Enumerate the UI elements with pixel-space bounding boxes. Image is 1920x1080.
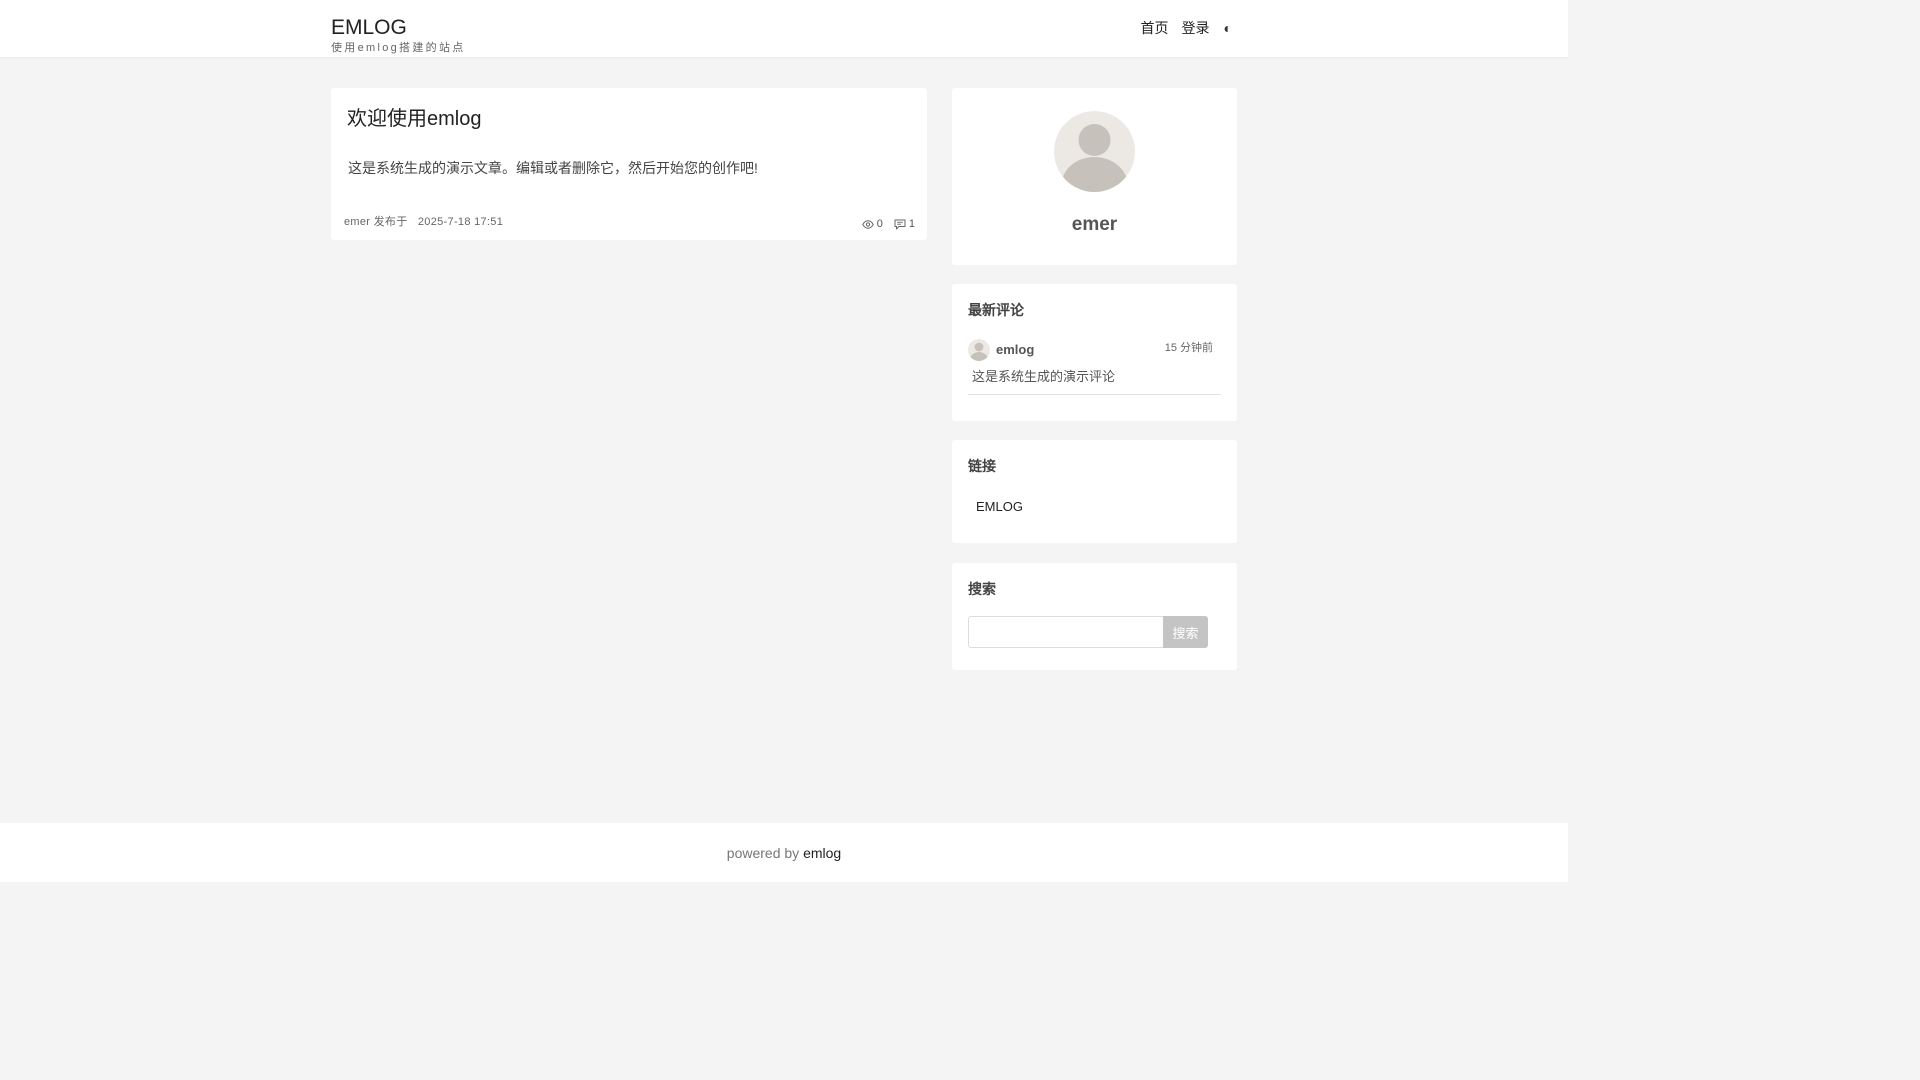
author-profile-card: emer bbox=[952, 88, 1237, 265]
post-stats: 0 1 bbox=[851, 217, 915, 231]
post-excerpt: 这是系统生成的演示文章。编辑或者删除它，然后开始您的创作吧! bbox=[348, 160, 758, 176]
comment-text[interactable]: 这是系统生成的演示评论 bbox=[972, 368, 1115, 385]
post-comments[interactable]: 1 bbox=[894, 217, 915, 231]
comment-icon bbox=[894, 219, 906, 229]
footer-emlog-link[interactable]: emlog bbox=[803, 845, 841, 861]
search-input[interactable] bbox=[968, 616, 1164, 648]
comment-item[interactable]: emlog 15 分钟前 这是系统生成的演示评论 bbox=[968, 338, 1221, 395]
main-nav: 首页 登录 ◐ bbox=[1128, 19, 1232, 37]
search-button[interactable]: 搜索 bbox=[1163, 616, 1208, 648]
post-date: 2025-7-18 17:51 bbox=[417, 216, 504, 228]
post-title-link[interactable]: 欢迎使用emlog bbox=[347, 106, 481, 132]
search-widget: 搜索 搜索 bbox=[952, 563, 1237, 670]
commenter-avatar-icon bbox=[968, 339, 990, 361]
nav-home-link[interactable]: 首页 bbox=[1141, 19, 1169, 37]
site-title-link[interactable]: EMLOG bbox=[331, 16, 407, 40]
post-meta: emer 发布于 2025-7-18 17:51 bbox=[344, 215, 503, 229]
search-title: 搜索 bbox=[968, 581, 996, 597]
footer-text: powered by emlog bbox=[0, 845, 1568, 862]
links-title: 链接 bbox=[968, 458, 996, 474]
post-views-count: 0 bbox=[876, 218, 883, 230]
eye-icon bbox=[861, 219, 874, 229]
post-views: 0 bbox=[861, 217, 883, 231]
user-avatar-icon bbox=[1054, 111, 1135, 192]
link-item-emlog[interactable]: EMLOG bbox=[976, 499, 1023, 515]
comment-time: 15 分钟前 bbox=[1164, 342, 1213, 354]
post-published-label: 发布于 bbox=[373, 216, 408, 228]
site-header: EMLOG 使用emlog搭建的站点 首页 登录 ◐ bbox=[0, 0, 1568, 58]
theme-toggle-icon[interactable]: ◐ bbox=[1224, 19, 1232, 37]
latest-comments-widget: 最新评论 emlog 15 分钟前 这是系统生成的演示评论 bbox=[952, 284, 1237, 421]
footer-prefix: powered by bbox=[726, 845, 800, 861]
links-widget: 链接 EMLOG bbox=[952, 440, 1237, 543]
site-subtitle: 使用emlog搭建的站点 bbox=[331, 42, 466, 54]
site-footer: powered by emlog bbox=[0, 823, 1568, 882]
latest-comments-title: 最新评论 bbox=[968, 302, 1024, 318]
nav-login-link[interactable]: 登录 bbox=[1182, 19, 1210, 37]
post-card: 欢迎使用emlog 这是系统生成的演示文章。编辑或者删除它，然后开始您的创作吧!… bbox=[331, 88, 927, 240]
profile-name: emer bbox=[1071, 214, 1118, 235]
post-author[interactable]: emer bbox=[344, 216, 370, 228]
post-comments-count: 1 bbox=[908, 218, 915, 230]
comment-author: emlog bbox=[996, 342, 1035, 357]
